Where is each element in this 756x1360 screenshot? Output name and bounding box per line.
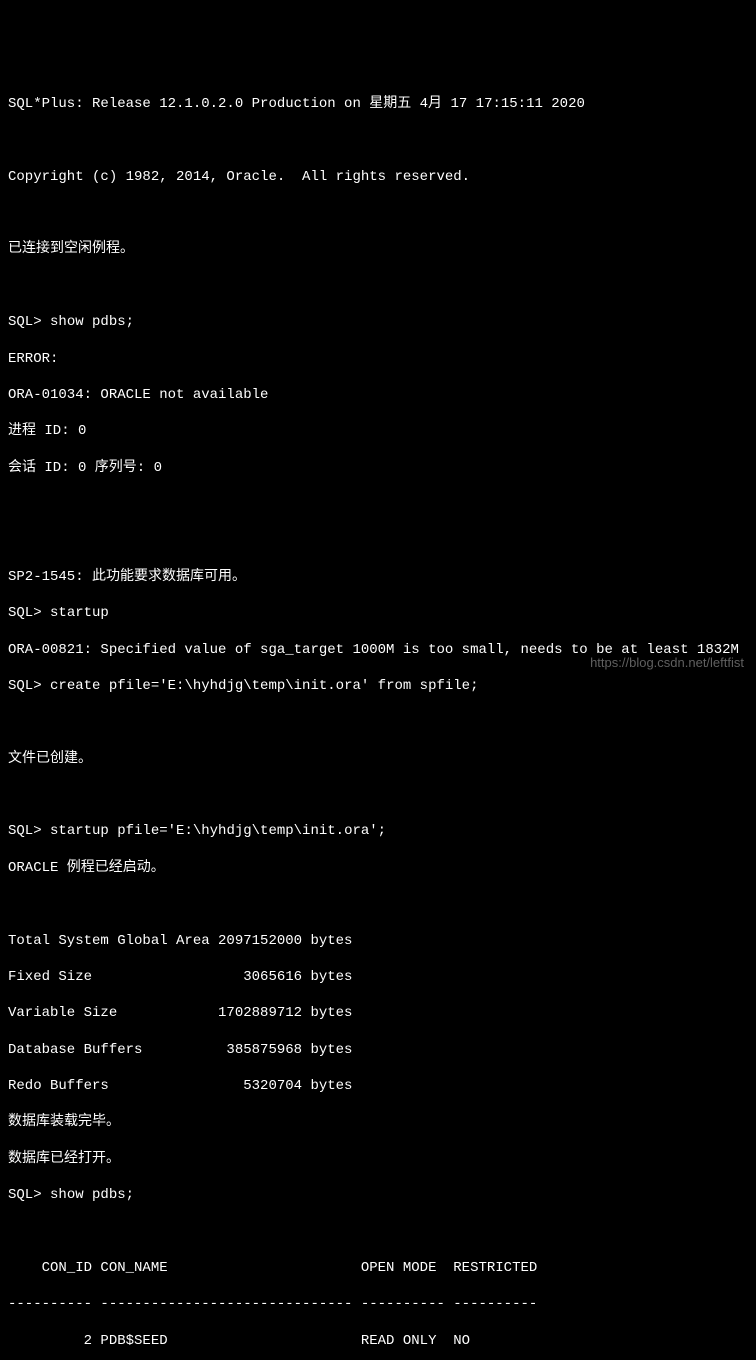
error-label: ERROR:	[8, 350, 748, 368]
command-text: show pdbs;	[50, 314, 134, 330]
command-text: show pdbs;	[50, 1187, 134, 1203]
terminal-output: SQL*Plus: Release 12.1.0.2.0 Production …	[8, 77, 748, 1360]
command-text: startup	[50, 605, 109, 621]
blank	[8, 1223, 748, 1241]
db-mounted: 数据库装载完毕。	[8, 1113, 748, 1131]
watermark-text: https://blog.csdn.net/leftfist	[590, 655, 744, 672]
sql-prompt: SQL>	[8, 605, 50, 621]
blank	[8, 131, 748, 149]
blank	[8, 277, 748, 295]
cmd-show-pdbs: SQL> show pdbs;	[8, 313, 748, 331]
pdbs-sep: ---------- -----------------------------…	[8, 1295, 748, 1313]
cmd-startup: SQL> startup	[8, 604, 748, 622]
cmd-show-pdbs-2: SQL> show pdbs;	[8, 1186, 748, 1204]
blank	[8, 531, 748, 549]
sga-variable: Variable Size 1702889712 bytes	[8, 1004, 748, 1022]
oracle-started: ORACLE 例程已经启动。	[8, 859, 748, 877]
sql-prompt: SQL>	[8, 823, 50, 839]
command-text: create pfile='E:\hyhdjg\temp\init.ora' f…	[50, 678, 478, 694]
proc-id: 进程 ID: 0	[8, 422, 748, 440]
banner-line: SQL*Plus: Release 12.1.0.2.0 Production …	[8, 95, 748, 113]
sga-total: Total System Global Area 2097152000 byte…	[8, 932, 748, 950]
blank	[8, 713, 748, 731]
blank	[8, 786, 748, 804]
blank	[8, 895, 748, 913]
ora-01034: ORA-01034: ORACLE not available	[8, 386, 748, 404]
sql-prompt: SQL>	[8, 1187, 50, 1203]
sga-fixed: Fixed Size 3065616 bytes	[8, 968, 748, 986]
command-text: startup pfile='E:\hyhdjg\temp\init.ora';	[50, 823, 386, 839]
sess-id: 会话 ID: 0 序列号: 0	[8, 459, 748, 477]
sga-redo: Redo Buffers 5320704 bytes	[8, 1077, 748, 1095]
copyright-line: Copyright (c) 1982, 2014, Oracle. All ri…	[8, 168, 748, 186]
pdbs-row: 2 PDB$SEED READ ONLY NO	[8, 1332, 748, 1350]
connected-line: 已连接到空闲例程。	[8, 240, 748, 258]
sql-prompt: SQL>	[8, 314, 50, 330]
sp2-error: SP2-1545: 此功能要求数据库可用。	[8, 568, 748, 586]
pdbs-header: CON_ID CON_NAME OPEN MODE RESTRICTED	[8, 1259, 748, 1277]
sga-dbbuf: Database Buffers 385875968 bytes	[8, 1041, 748, 1059]
db-opened: 数据库已经打开。	[8, 1150, 748, 1168]
sql-prompt: SQL>	[8, 678, 50, 694]
cmd-startup-pfile: SQL> startup pfile='E:\hyhdjg\temp\init.…	[8, 822, 748, 840]
blank	[8, 495, 748, 513]
blank	[8, 204, 748, 222]
file-created: 文件已创建。	[8, 750, 748, 768]
